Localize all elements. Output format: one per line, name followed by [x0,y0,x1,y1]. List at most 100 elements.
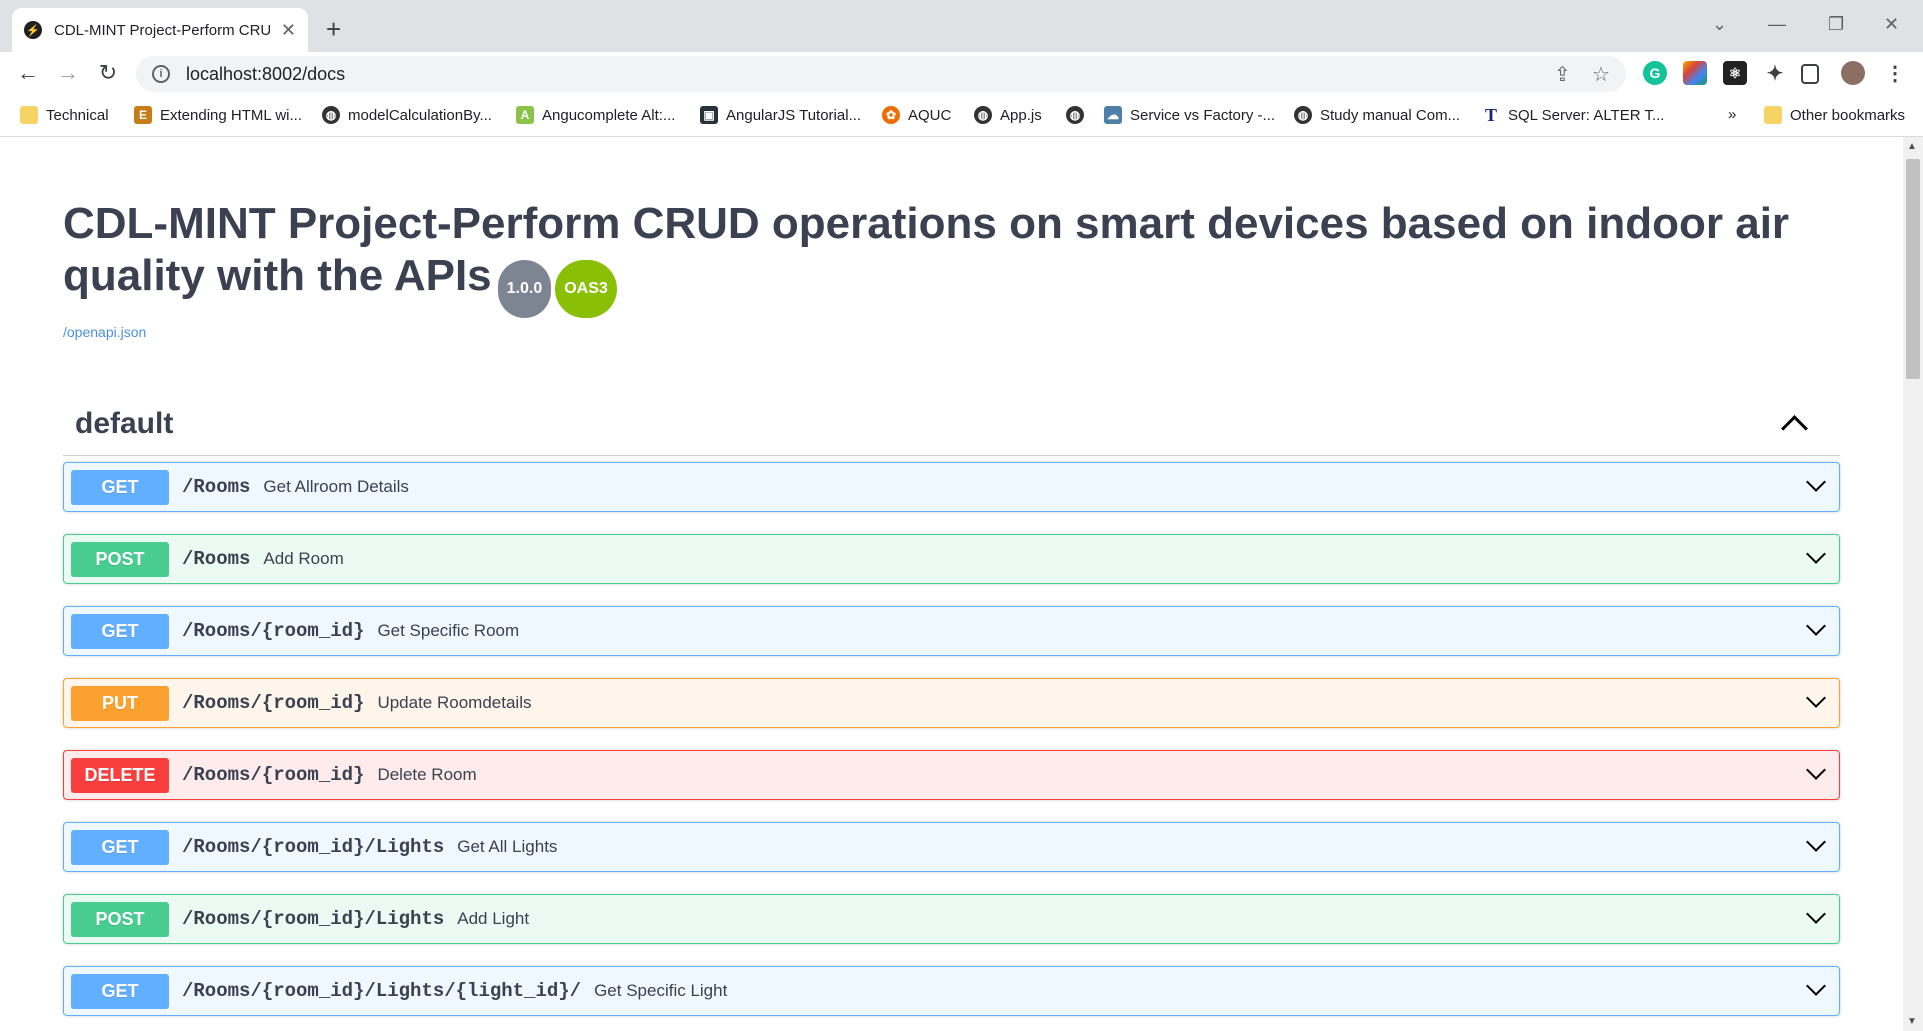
scroll-up-arrow-icon[interactable]: ▲ [1907,141,1917,152]
method-badge: DELETE [71,757,169,793]
more-bookmarks-label: » [1728,106,1737,123]
api-info: CDL-MINT Project-Perform CRUD operations… [63,198,1843,340]
tab-title: CDL-MINT Project-Perform CRUD [54,21,270,39]
more-bookmarks-button[interactable]: » [1728,106,1736,123]
site-icon: A [516,106,534,124]
expand-chevron-down-icon[interactable] [1806,832,1826,852]
operation-row[interactable]: DELETE /Rooms/{room_id} Delete Room [63,750,1840,800]
site-info-icon[interactable]: i [152,65,170,83]
expand-chevron-down-icon[interactable] [1806,544,1826,564]
bookmark-item[interactable]: ◍ modelCalculationBy... [322,106,492,124]
expand-chevron-down-icon[interactable] [1806,760,1826,780]
folder-icon [1764,106,1782,124]
operations-section: default GET /Rooms Get Allroom Details P… [63,393,1840,1031]
operations-list: GET /Rooms Get Allroom Details POST /Roo… [63,462,1840,1031]
forward-arrow-icon[interactable]: → [54,60,82,86]
bookmark-label: Service vs Factory -... [1130,106,1276,124]
globe-icon: ◍ [974,106,992,124]
operation-row[interactable]: PUT /Rooms/{room_id} Update Roomdetails [63,678,1840,728]
method-badge: POST [71,541,169,577]
address-bar[interactable]: i localhost:8002/docs ⇪ ☆ [136,56,1626,92]
close-tab-icon[interactable]: ✕ [281,20,296,41]
react-devtools-icon[interactable]: ⚛ [1723,61,1747,85]
profile-avatar[interactable] [1841,61,1865,85]
bookmark-item[interactable]: ☁ Service vs Factory -... [1104,106,1275,124]
browser-tab[interactable]: ⚡ CDL-MINT Project-Perform CRUD ✕ [12,8,308,52]
operation-summary: Delete Room [377,765,477,784]
side-panel-icon[interactable] [1801,64,1819,84]
reload-icon[interactable]: ↻ [94,60,122,86]
operation-path: /Rooms/{room_id} [182,764,365,786]
browser-toolbar: ← → ↻ i localhost:8002/docs ⇪ ☆ G ⚛ ✦ ⋮ [0,52,1923,96]
site-icon: ✿ [882,106,900,124]
collapse-chevron-up-icon[interactable] [1781,415,1808,442]
globe-icon: ◍ [1294,106,1312,124]
bookmark-item[interactable]: Technical [20,106,109,124]
version-badge: 1.0.0 [497,260,552,318]
api-title: CDL-MINT Project-Perform CRUD operations… [63,198,1843,318]
bookmarks-bar: Technical E Extending HTML wi... ◍ model… [0,96,1923,137]
bookmark-item[interactable]: ◍ [1066,106,1092,124]
grammarly-icon[interactable]: G [1643,61,1667,85]
bookmark-label: App.js [1000,106,1042,124]
tab-strip: ⚡ CDL-MINT Project-Perform CRUD ✕ + ⌄ — … [0,0,1923,52]
bookmark-item[interactable]: ✿ AQUC [882,106,951,124]
operation-path: /Rooms/{room_id} [182,692,365,714]
operation-row[interactable]: POST /Rooms/{room_id}/Lights Add Light [63,894,1840,944]
browser-window: ⚡ CDL-MINT Project-Perform CRUD ✕ + ⌄ — … [0,0,1923,1031]
folder-icon [20,106,38,124]
color-extension-icon[interactable] [1683,61,1707,85]
method-badge: PUT [71,685,169,721]
operation-summary: Get All Lights [457,837,558,856]
expand-chevron-down-icon[interactable] [1806,616,1826,636]
operation-row[interactable]: GET /Rooms/{room_id}/Lights/{light_id}/ … [63,966,1840,1016]
operation-path: /Rooms [182,476,251,498]
operation-summary: Get Specific Room [377,621,520,640]
operation-row[interactable]: GET /Rooms/{room_id} Get Specific Room [63,606,1840,656]
bookmark-star-icon[interactable]: ☆ [1592,62,1610,87]
bookmark-item[interactable]: T SQL Server: ALTER T... [1482,105,1664,125]
extensions-puzzle-icon[interactable]: ✦ [1763,61,1787,85]
expand-chevron-down-icon[interactable] [1806,904,1826,924]
back-arrow-icon[interactable]: ← [14,60,42,86]
bookmark-label: Extending HTML wi... [160,106,302,124]
api-title-text: CDL-MINT Project-Perform CRUD operations… [63,199,1790,300]
operation-summary: Add Room [263,549,344,568]
method-badge: GET [71,973,169,1009]
operation-row[interactable]: GET /Rooms/{room_id}/Lights Get All Ligh… [63,822,1840,872]
bookmark-label: AngularJS Tutorial... [726,106,862,124]
openapi-json-link[interactable]: /openapi.json [63,324,1843,340]
bookmark-label: Technical [46,106,109,124]
bookmark-item[interactable]: ◍ App.js [974,106,1042,124]
url-text[interactable]: localhost:8002/docs [186,64,345,85]
bookmark-item[interactable]: E Extending HTML wi... [134,106,302,124]
operation-path: /Rooms/{room_id}/Lights/{light_id}/ [182,980,582,1002]
operation-row[interactable]: POST /Rooms Add Room [63,534,1840,584]
window-close-icon[interactable]: ✕ [1884,14,1899,35]
bookmark-item[interactable]: ▣ AngularJS Tutorial... [700,106,861,124]
restore-icon[interactable]: ❐ [1828,14,1844,35]
new-tab-icon[interactable]: + [326,14,341,45]
bookmark-item[interactable]: ◍ Study manual Com... [1294,106,1460,124]
method-badge: POST [71,901,169,937]
page-scrollbar[interactable]: ▲ ▼ [1903,137,1923,1031]
minimize-icon[interactable]: — [1768,14,1786,35]
fastapi-favicon-icon: ⚡ [24,21,42,39]
bookmark-item[interactable]: A Angucomplete Alt:... [516,106,675,124]
operation-path: /Rooms/{room_id}/Lights [182,836,445,858]
expand-chevron-down-icon[interactable] [1806,976,1826,996]
menu-kebab-icon[interactable]: ⋮ [1883,61,1907,85]
operation-path: /Rooms/{room_id}/Lights [182,908,445,930]
method-badge: GET [71,469,169,505]
operation-row[interactable]: GET /Rooms Get Allroom Details [63,462,1840,512]
bookmark-label: modelCalculationBy... [348,106,492,124]
share-icon[interactable]: ⇪ [1554,62,1571,87]
swagger-page: CDL-MINT Project-Perform CRUD operations… [0,137,1903,1031]
expand-chevron-down-icon[interactable] [1806,688,1826,708]
section-header[interactable]: default [63,393,1840,456]
scroll-down-arrow-icon[interactable]: ▼ [1907,1016,1917,1027]
tab-search-icon[interactable]: ⌄ [1712,14,1727,35]
scrollbar-thumb[interactable] [1906,159,1920,379]
other-bookmarks-folder[interactable]: Other bookmarks [1764,106,1905,124]
expand-chevron-down-icon[interactable] [1806,472,1826,492]
